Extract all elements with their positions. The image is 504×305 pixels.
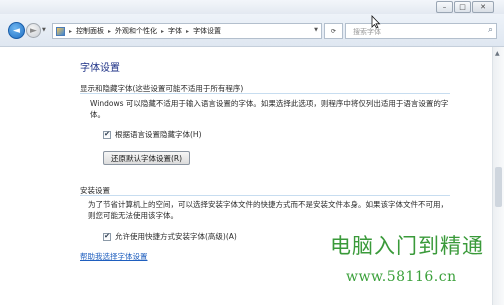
recent-pages-dropdown[interactable]: ▼ [42, 27, 46, 33]
control-panel-icon [56, 26, 65, 36]
breadcrumb-item-appearance[interactable]: 外观和个性化 [115, 26, 157, 36]
breadcrumb-item-font-settings[interactable]: 字体设置 [193, 26, 221, 36]
refresh-icon: ⟳ [330, 27, 337, 35]
search-placeholder: 搜索字体 [353, 28, 381, 36]
close-icon: ✕ [480, 2, 486, 11]
address-dropdown-icon[interactable]: ▼ [314, 27, 318, 33]
window-controls: – □ ✕ [436, 1, 494, 13]
vertical-scrollbar[interactable]: ▲ [492, 47, 504, 305]
section-divider [80, 93, 450, 94]
shortcut-install-checkbox-row[interactable]: ✔ 允许使用快捷方式安装字体(高级)(A) [103, 231, 237, 242]
scroll-up-icon[interactable]: ▲ [495, 50, 500, 57]
hide-fonts-checkbox-row[interactable]: ✔ 根据语言设置隐藏字体(H) [103, 129, 202, 140]
shortcut-install-checkbox[interactable]: ✔ [103, 232, 111, 241]
minimize-button[interactable]: – [436, 1, 453, 13]
forward-arrow-icon: ► [30, 25, 37, 36]
help-link[interactable]: 帮助我选择字体设置 [80, 251, 148, 262]
watermark-title: 电脑入门到精通 [330, 234, 484, 258]
breadcrumb-separator: ▸ [108, 27, 112, 35]
window-title-bar[interactable]: – □ ✕ [0, 0, 504, 14]
close-button[interactable]: ✕ [472, 1, 494, 13]
section-divider [80, 195, 450, 196]
breadcrumb-item-control-panel[interactable]: 控制面板 [76, 26, 104, 36]
main-content: 字体设置 显示和隐藏字体(这些设置可能不适用于所有程序) Windows 可以隐… [0, 47, 492, 305]
maximize-icon: □ [459, 2, 466, 11]
navigation-bar: ◄ ► ▼ ▸ 控制面板 ▸ 外观和个性化 ▸ 字体 ▸ 字体设置 ▼ ⟳ 搜索… [0, 14, 504, 47]
search-input[interactable]: 搜索字体 ⌕ [345, 23, 497, 39]
back-button[interactable]: ◄ [8, 22, 25, 39]
chevron-down-icon: ▼ [42, 27, 46, 33]
breadcrumb-separator: ▸ [161, 27, 165, 35]
breadcrumb-separator: ▸ [186, 27, 190, 35]
page-title: 字体设置 [80, 63, 120, 74]
minimize-icon: – [442, 2, 447, 11]
refresh-button[interactable]: ⟳ [324, 23, 343, 39]
breadcrumb-separator: ▸ [69, 27, 73, 35]
search-icon[interactable]: ⌕ [488, 25, 493, 35]
section-description-show-hide: Windows 可以隐藏不适用于输入语言设置的字体。如果选择此选项，则程序中将仅… [90, 99, 449, 119]
mouse-cursor-icon [371, 15, 381, 29]
shortcut-install-checkbox-label[interactable]: 允许使用快捷方式安装字体(高级)(A) [115, 231, 237, 242]
section-description-install: 为了节省计算机上的空间，可以选择安装字体文件的快捷方式而不是安装文件本身。如果该… [88, 200, 448, 220]
scroll-thumb[interactable] [495, 167, 502, 207]
hide-fonts-checkbox-label[interactable]: 根据语言设置隐藏字体(H) [115, 129, 202, 140]
forward-button[interactable]: ► [26, 23, 41, 38]
breadcrumb-item-fonts[interactable]: 字体 [168, 26, 182, 36]
breadcrumb[interactable]: ▸ 控制面板 ▸ 外观和个性化 ▸ 字体 ▸ 字体设置 ▼ [52, 23, 322, 39]
watermark-url: www.58116.cn [346, 269, 457, 285]
maximize-button[interactable]: □ [454, 1, 471, 13]
back-arrow-icon: ◄ [13, 25, 20, 36]
hide-fonts-checkbox[interactable]: ✔ [103, 130, 111, 139]
restore-default-font-settings-button[interactable]: 还原默认字体设置(R) [103, 151, 190, 165]
